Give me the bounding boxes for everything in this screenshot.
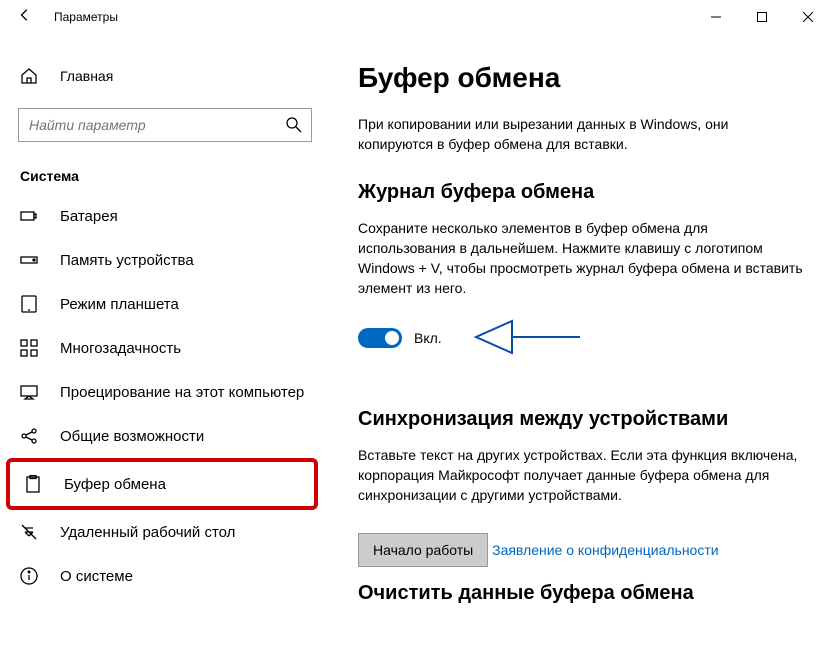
sidebar-item-battery[interactable]: Батарея xyxy=(0,194,330,238)
home-nav[interactable]: Главная xyxy=(0,54,330,98)
maximize-button[interactable] xyxy=(739,1,785,33)
clipboard-icon xyxy=(24,475,42,493)
sidebar-item-clipboard[interactable]: Буфер обмена xyxy=(6,458,318,510)
sidebar-item-label: Проецирование на этот компьютер xyxy=(60,384,304,401)
toggle-state-label: Вкл. xyxy=(414,330,442,346)
sidebar-item-label: Батарея xyxy=(60,208,118,225)
sidebar-item-label: Режим планшета xyxy=(60,296,179,313)
sidebar-item-label: Многозадачность xyxy=(60,340,181,357)
history-desc: Сохраните несколько элементов в буфер об… xyxy=(358,218,803,299)
history-heading: Журнал буфера обмена xyxy=(358,181,803,204)
shared-icon xyxy=(20,427,38,445)
search-input-container[interactable] xyxy=(18,108,312,142)
sidebar-item-about[interactable]: О системе xyxy=(0,554,330,598)
search-input[interactable] xyxy=(29,117,285,133)
sync-heading: Синхронизация между устройствами xyxy=(358,408,803,431)
close-button[interactable] xyxy=(785,1,831,33)
sidebar-item-tablet-mode[interactable]: Режим планшета xyxy=(0,282,330,326)
sync-desc: Вставьте текст на других устройствах. Ес… xyxy=(358,445,803,506)
privacy-link[interactable]: Заявление о конфиденциальности xyxy=(492,542,718,558)
section-title: Система xyxy=(0,160,330,194)
toggle-knob xyxy=(385,331,399,345)
info-icon xyxy=(20,567,38,585)
remote-desktop-icon xyxy=(20,523,38,541)
projecting-icon xyxy=(20,383,38,401)
home-label: Главная xyxy=(60,68,113,84)
clear-heading: Очистить данные буфера обмена xyxy=(358,582,803,605)
minimize-button[interactable] xyxy=(693,1,739,33)
sidebar-item-label: О системе xyxy=(60,568,133,585)
page-title: Буфер обмена xyxy=(358,62,803,94)
back-button[interactable] xyxy=(18,8,32,25)
annotation-arrow-icon xyxy=(472,315,582,362)
sidebar-item-projecting[interactable]: Проецирование на этот компьютер xyxy=(0,370,330,414)
sidebar-item-label: Удаленный рабочий стол xyxy=(60,524,235,541)
history-toggle[interactable] xyxy=(358,328,402,348)
sidebar-item-multitasking[interactable]: Многозадачность xyxy=(0,326,330,370)
sidebar-item-label: Буфер обмена xyxy=(64,476,166,493)
storage-icon xyxy=(20,251,38,269)
battery-icon xyxy=(20,207,38,225)
sidebar-item-shared-experiences[interactable]: Общие возможности xyxy=(0,414,330,458)
sidebar-item-label: Общие возможности xyxy=(60,428,204,445)
multitasking-icon xyxy=(20,339,38,357)
get-started-button[interactable]: Начало работы xyxy=(358,533,488,567)
intro-text: При копировании или вырезании данных в W… xyxy=(358,114,803,155)
search-icon xyxy=(285,116,303,134)
home-icon xyxy=(20,67,38,85)
tablet-icon xyxy=(20,295,38,313)
sidebar-item-label: Память устройства xyxy=(60,252,194,269)
window-title: Параметры xyxy=(54,10,118,24)
sidebar-item-storage[interactable]: Память устройства xyxy=(0,238,330,282)
sidebar-item-remote-desktop[interactable]: Удаленный рабочий стол xyxy=(0,510,330,554)
